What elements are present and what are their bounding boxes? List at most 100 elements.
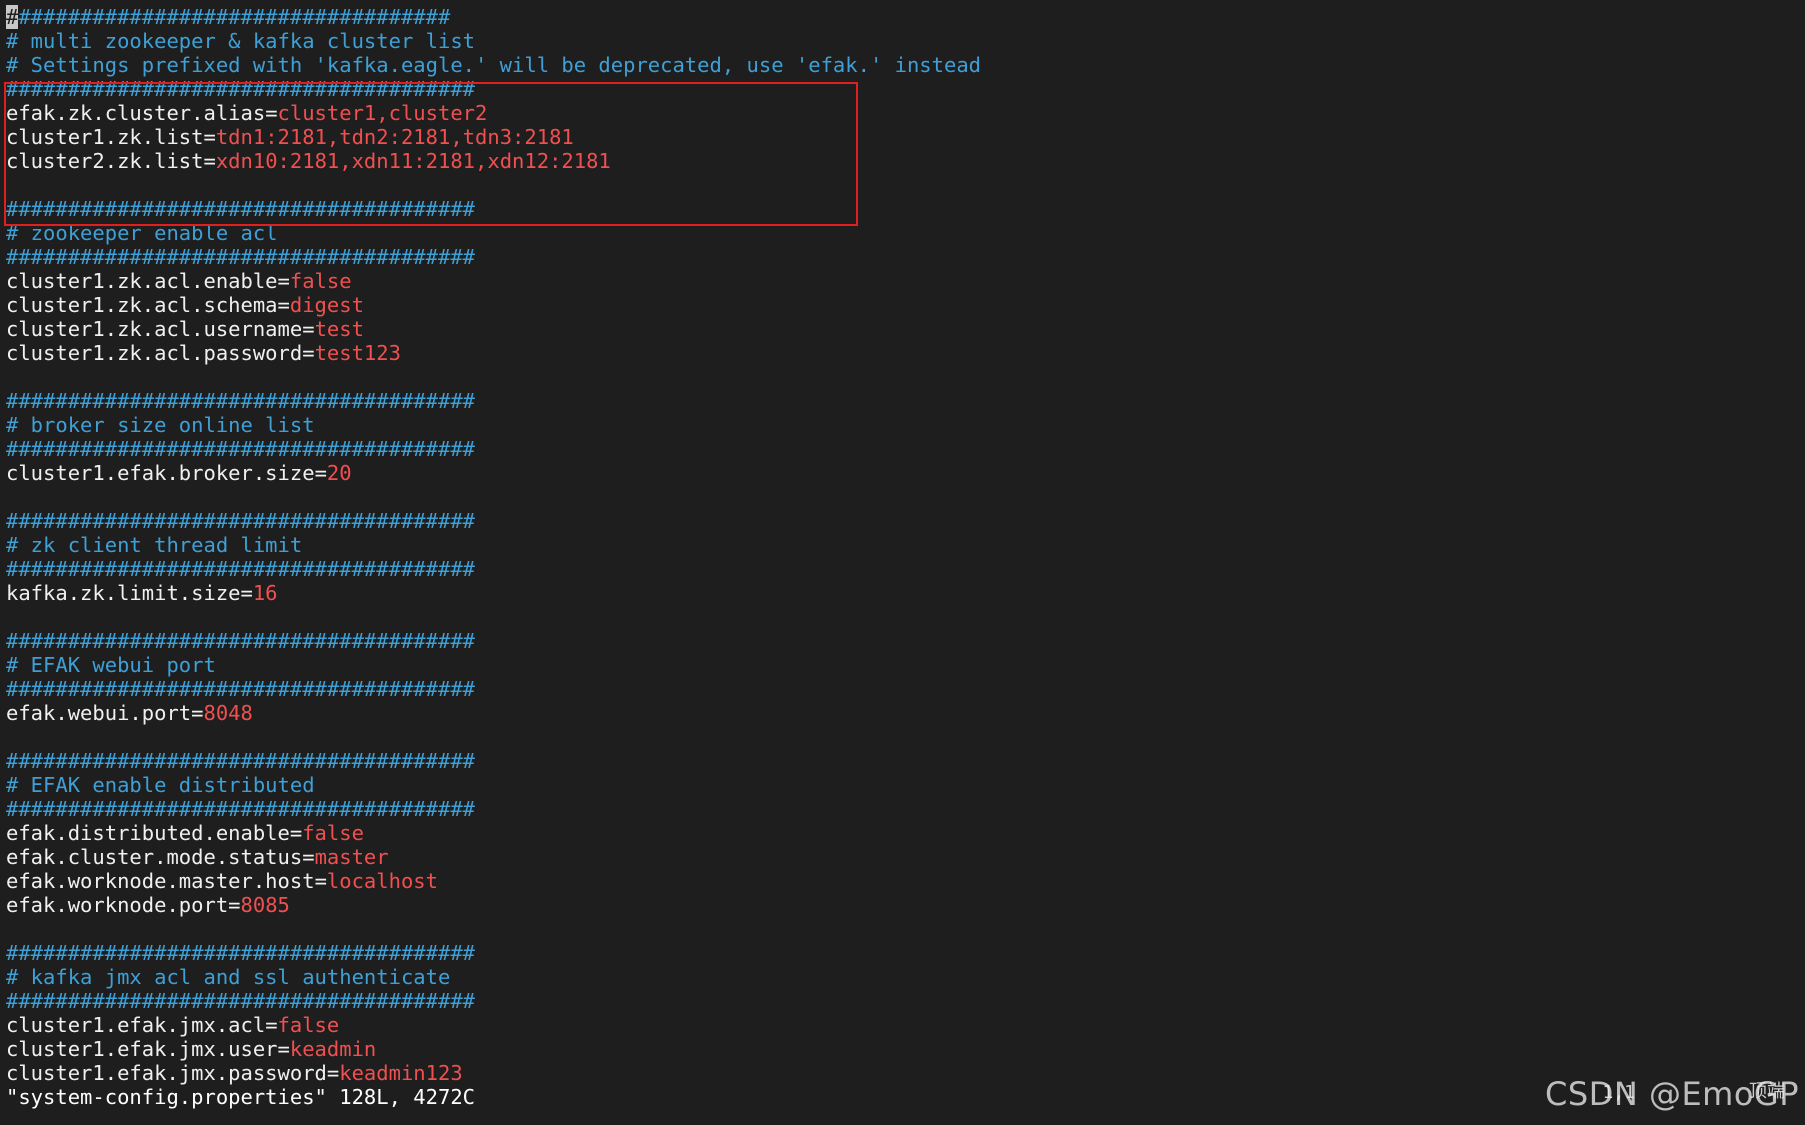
equals-sign: =: [265, 101, 278, 125]
equals-sign: =: [228, 893, 241, 917]
property-value: 8048: [203, 701, 253, 725]
comment-text: ######################################: [6, 509, 475, 533]
editor-line[interactable]: cluster1.efak.jmx.user=keadmin: [6, 1037, 1805, 1061]
editor-line[interactable]: # zookeeper enable acl: [6, 221, 1805, 245]
comment-text: # EFAK webui port: [6, 653, 216, 677]
editor-line[interactable]: ######################################: [6, 509, 1805, 533]
comment-text: # EFAK enable distributed: [6, 773, 315, 797]
property-key: cluster1.zk.acl.schema: [6, 293, 278, 317]
property-key: cluster1.efak.jmx.acl: [6, 1013, 266, 1037]
property-key: efak.cluster.mode.status: [6, 845, 303, 869]
property-value: 16: [252, 581, 278, 605]
blank-line[interactable]: [6, 173, 1805, 197]
equals-sign: =: [265, 1013, 278, 1037]
editor-line[interactable]: efak.cluster.mode.status=master: [6, 845, 1805, 869]
property-key: cluster1.efak.jmx.user: [6, 1037, 278, 1061]
editor-line[interactable]: efak.worknode.port=8085: [6, 893, 1805, 917]
equals-sign: =: [302, 317, 315, 341]
editor-line[interactable]: efak.webui.port=8048: [6, 701, 1805, 725]
property-value: false: [277, 1013, 340, 1037]
equals-sign: =: [203, 149, 216, 173]
editor-line[interactable]: kafka.zk.limit.size=16: [6, 581, 1805, 605]
blank-line[interactable]: [6, 725, 1805, 749]
property-key: kafka.zk.limit.size: [6, 581, 241, 605]
text-cursor: #: [6, 5, 19, 29]
editor-line[interactable]: cluster1.zk.acl.username=test: [6, 317, 1805, 341]
blank-line[interactable]: [6, 917, 1805, 941]
editor-line[interactable]: cluster2.zk.list=xdn10:2181,xdn11:2181,x…: [6, 149, 1805, 173]
watermark: CSDN @EmoGP: [1545, 1075, 1799, 1113]
property-key: cluster1.efak.jmx.password: [6, 1061, 327, 1085]
property-value: false: [302, 821, 364, 845]
editor-line[interactable]: "system-config.properties" 128L, 4272C: [6, 1085, 1805, 1109]
blank-line[interactable]: [6, 365, 1805, 389]
editor-line[interactable]: ######################################: [6, 677, 1805, 701]
editor-line[interactable]: cluster1.efak.broker.size=20: [6, 461, 1805, 485]
property-value: cluster1,cluster2: [277, 101, 488, 125]
comment-text: ######################################: [6, 629, 475, 653]
comment-text: # multi zookeeper & kafka cluster list: [6, 29, 475, 53]
property-value: false: [289, 269, 352, 293]
editor-line[interactable]: efak.distributed.enable=false: [6, 821, 1805, 845]
editor-line[interactable]: efak.worknode.master.host=localhost: [6, 869, 1805, 893]
editor-line[interactable]: ######################################: [6, 245, 1805, 269]
property-value: keadmin: [289, 1037, 377, 1061]
editor-line[interactable]: ######################################: [6, 197, 1805, 221]
comment-text: ######################################: [6, 797, 475, 821]
comment-text: ######################################: [6, 437, 475, 461]
property-key: cluster1.zk.acl.password: [6, 341, 303, 365]
equals-sign: =: [277, 269, 290, 293]
editor-line[interactable]: # zk client thread limit: [6, 533, 1805, 557]
comment-text: ######################################: [6, 557, 475, 581]
property-key: efak.worknode.port: [6, 893, 229, 917]
comment-text: # broker size online list: [6, 413, 315, 437]
blank-line[interactable]: [6, 605, 1805, 629]
editor-line[interactable]: # multi zookeeper & kafka cluster list: [6, 29, 1805, 53]
editor-line[interactable]: cluster1.zk.acl.enable=false: [6, 269, 1805, 293]
equals-sign: =: [289, 821, 303, 845]
editor-line[interactable]: cluster1.zk.acl.password=test123: [6, 341, 1805, 365]
equals-sign: =: [277, 1037, 290, 1061]
editor-line[interactable]: cluster1.zk.acl.schema=digest: [6, 293, 1805, 317]
editor-line[interactable]: ######################################: [6, 797, 1805, 821]
property-value: test123: [314, 341, 401, 365]
editor-line[interactable]: # Settings prefixed with 'kafka.eagle.' …: [6, 53, 1805, 77]
equals-sign: =: [326, 1061, 340, 1085]
editor-line[interactable]: # EFAK webui port: [6, 653, 1805, 677]
editor-line[interactable]: # broker size online list: [6, 413, 1805, 437]
editor-line[interactable]: ######################################: [6, 437, 1805, 461]
editor-line[interactable]: ######################################: [6, 389, 1805, 413]
property-value: tdn1:2181,tdn2:2181,tdn3:2181: [215, 125, 574, 149]
editor-line[interactable]: ######################################: [6, 749, 1805, 773]
property-value: digest: [289, 293, 364, 317]
editor-line[interactable]: # kafka jmx acl and ssl authenticate: [6, 965, 1805, 989]
editor-line[interactable]: cluster1.zk.list=tdn1:2181,tdn2:2181,tdn…: [6, 125, 1805, 149]
comment-text: # zk client thread limit: [6, 533, 303, 557]
blank-line[interactable]: [6, 485, 1805, 509]
comment-text: ######################################: [6, 989, 475, 1013]
property-key: cluster1.efak.broker.size: [6, 461, 315, 485]
editor-line[interactable]: efak.zk.cluster.alias=cluster1,cluster2: [6, 101, 1805, 125]
editor-line[interactable]: ######################################: [6, 77, 1805, 101]
comment-text: ######################################: [6, 197, 475, 221]
equals-sign: =: [203, 125, 216, 149]
comment-text: ######################################: [6, 389, 475, 413]
editor-line[interactable]: ####################################: [6, 5, 1805, 29]
property-key: efak.worknode.master.host: [6, 869, 315, 893]
property-key: cluster2.zk.list: [6, 149, 204, 173]
equals-sign: =: [191, 701, 204, 725]
text-editor[interactable]: #################################### # mu…: [6, 5, 1805, 1109]
comment-text: # Settings prefixed with 'kafka.eagle.' …: [6, 53, 982, 77]
editor-line[interactable]: ######################################: [6, 629, 1805, 653]
editor-line[interactable]: cluster1.efak.jmx.acl=false: [6, 1013, 1805, 1037]
editor-line[interactable]: # EFAK enable distributed: [6, 773, 1805, 797]
property-value: master: [314, 845, 389, 869]
editor-line[interactable]: ######################################: [6, 989, 1805, 1013]
editor-line[interactable]: ######################################: [6, 941, 1805, 965]
editor-line[interactable]: ######################################: [6, 557, 1805, 581]
editor-line[interactable]: cluster1.efak.jmx.password=keadmin123: [6, 1061, 1805, 1085]
comment-text: ######################################: [6, 677, 475, 701]
property-value: 20: [326, 461, 352, 485]
property-key: cluster1.zk.list: [6, 125, 204, 149]
property-key: cluster1.zk.acl.enable: [6, 269, 278, 293]
